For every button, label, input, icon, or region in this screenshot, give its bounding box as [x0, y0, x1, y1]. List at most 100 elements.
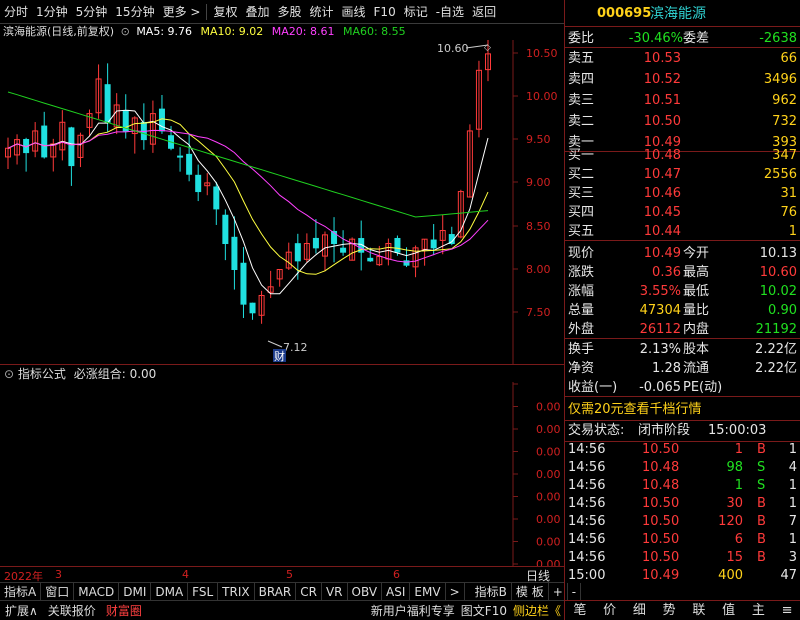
f10-link[interactable]: 图文F10	[458, 601, 510, 620]
tab-fsl[interactable]: FSL	[188, 583, 219, 600]
stat-label: 收益(一)	[568, 380, 618, 395]
tab-template[interactable]: 模 板	[512, 583, 549, 600]
ma20-label: MA20: 8.61	[271, 25, 335, 38]
indicator-tick-label: 0.00	[536, 423, 561, 436]
tab-indicator-a[interactable]: 指标A	[0, 583, 42, 600]
ask-row: 卖二 10.50 732	[565, 113, 800, 131]
tab-macd[interactable]: MACD	[74, 583, 120, 600]
bid-row: 买二 10.47 2556	[565, 166, 800, 184]
candle-body	[195, 174, 202, 193]
bid-row: 买四 10.45 76	[565, 204, 800, 222]
trade-status: 闭市阶段	[638, 423, 691, 438]
candlestick-chart[interactable]: 10.50 10.00 9.50 9.00 8.50 8.00 7.50 10.60 ◇ 7…	[0, 40, 564, 364]
tick-row: 14:56 10.50 1 B 1	[565, 441, 800, 459]
new-user-link[interactable]: 新用户福利专享	[368, 601, 458, 620]
tab-value[interactable]: 值	[722, 601, 735, 620]
tick-volume: 1	[734, 442, 743, 457]
indicator-tick-label: 0.00	[536, 513, 561, 526]
tb-fuquan[interactable]: 复权	[209, 0, 241, 24]
bid-row: 买三 10.46 31	[565, 185, 800, 203]
indicator-name[interactable]: 指标公式	[18, 367, 66, 381]
tb-huaxian[interactable]: 画线	[338, 0, 370, 24]
time-axis: 2022年 3 4 5 6 日线	[0, 566, 564, 583]
tick-direction: B	[757, 532, 766, 547]
candle-body	[240, 262, 247, 305]
tick-time: 14:56	[568, 478, 606, 493]
tick-volume: 98	[726, 460, 743, 475]
wealth-circle-button[interactable]: 财富圈	[101, 601, 147, 620]
stock-name: 滨海能源	[650, 6, 706, 22]
menu-icon[interactable]: ≡	[782, 601, 793, 620]
tab-more[interactable]: >	[446, 583, 465, 600]
ma5-label: MA5: 9.76	[136, 25, 193, 38]
indicator-settings-icon[interactable]: ⊙	[0, 367, 14, 381]
promo-text[interactable]: 仅需20元查看千档行情	[568, 401, 702, 419]
tab-related[interactable]: 联	[692, 601, 705, 620]
tab-window[interactable]: 窗口	[41, 583, 75, 600]
expand-button[interactable]: 扩展∧	[0, 601, 43, 620]
tb-duogu[interactable]: 多股	[273, 0, 305, 24]
indicator-tick-label: 0.00	[536, 468, 561, 481]
tab-price[interactable]: 价	[603, 601, 616, 620]
ask-price: 10.50	[643, 114, 681, 129]
bid-price: 10.48	[643, 148, 681, 163]
tab-detail[interactable]: 细	[633, 601, 646, 620]
candle-body	[340, 247, 347, 253]
settings-icon[interactable]: ⊙	[121, 25, 130, 38]
indicator-chart[interactable]: 0.00 0.00 0.00 0.00 0.00 0.00 0.00 0.00	[0, 382, 564, 566]
sidebar-toggle[interactable]: 侧边栏《	[510, 601, 564, 620]
tb-more[interactable]: 更多 >	[159, 0, 205, 24]
stat-value: 10.49	[643, 246, 681, 261]
tick-row: 15:00 10.49 400 47	[565, 567, 800, 585]
tab-indicator-b[interactable]: 指标B	[471, 583, 512, 600]
tab-trades[interactable]: 笔	[573, 601, 586, 620]
tick-count: 1	[788, 532, 797, 547]
tab-emv[interactable]: EMV	[410, 583, 446, 600]
ask-row: 卖五 10.53 66	[565, 50, 800, 68]
candle-body	[177, 155, 184, 158]
bid-volume: 76	[780, 205, 797, 220]
divider	[206, 3, 208, 20]
bid-row: 买五 10.44 1	[565, 223, 800, 241]
tb-diejia[interactable]: 叠加	[241, 0, 273, 24]
bid-price: 10.44	[643, 224, 681, 239]
tab-brar[interactable]: BRAR	[255, 583, 297, 600]
ask-label: 卖五	[568, 51, 595, 66]
indicator-tabs: 指标A 窗口 MACD DMI DMA FSL TRIX BRAR CR VR …	[0, 582, 582, 600]
tb-zixuan[interactable]: -自选	[432, 0, 468, 24]
related-quote-button[interactable]: 关联报价	[43, 601, 101, 620]
promo-row[interactable]: 仅需20元查看千档行情	[565, 401, 800, 421]
tick-row: 14:56 10.50 6 B 1	[565, 531, 800, 549]
tb-15min[interactable]: 15分钟	[111, 0, 158, 24]
tab-trend[interactable]: 势	[663, 601, 676, 620]
stat-value: 21192	[755, 322, 797, 337]
candle-body	[312, 237, 319, 249]
tb-biaoji[interactable]: 标记	[400, 0, 432, 24]
trade-status-row: 交易状态: 闭市阶段 15:00:03	[565, 422, 800, 442]
tick-count: 1	[788, 496, 797, 511]
tick-time: 14:56	[568, 496, 606, 511]
tb-1min[interactable]: 1分钟	[32, 0, 72, 24]
tb-f10[interactable]: F10	[370, 0, 400, 24]
tick-count: 47	[780, 568, 797, 583]
tick-direction: B	[757, 496, 766, 511]
tb-tongji[interactable]: 统计	[306, 0, 338, 24]
tb-5min[interactable]: 5分钟	[72, 0, 112, 24]
tab-dma[interactable]: DMA	[151, 583, 189, 600]
tick-volume: 15	[726, 550, 743, 565]
stat-label: 外盘	[568, 322, 595, 337]
tab-main[interactable]: 主	[752, 601, 765, 620]
tb-back[interactable]: 返回	[468, 0, 500, 24]
tab-cr[interactable]: CR	[296, 583, 322, 600]
tick-volume: 1	[734, 478, 743, 493]
trade-time: 15:00:03	[708, 423, 767, 438]
tb-fenshi[interactable]: 分时	[0, 0, 32, 24]
tab-asi[interactable]: ASI	[382, 583, 411, 600]
tab-obv[interactable]: OBV	[348, 583, 383, 600]
price-tick-label: 10.00	[526, 90, 558, 103]
tab-dmi[interactable]: DMI	[119, 583, 152, 600]
tab-trix[interactable]: TRIX	[218, 583, 255, 600]
tab-vr[interactable]: VR	[322, 583, 348, 600]
diamond-icon: ◇	[484, 43, 491, 53]
tick-volume: 400	[718, 568, 743, 583]
